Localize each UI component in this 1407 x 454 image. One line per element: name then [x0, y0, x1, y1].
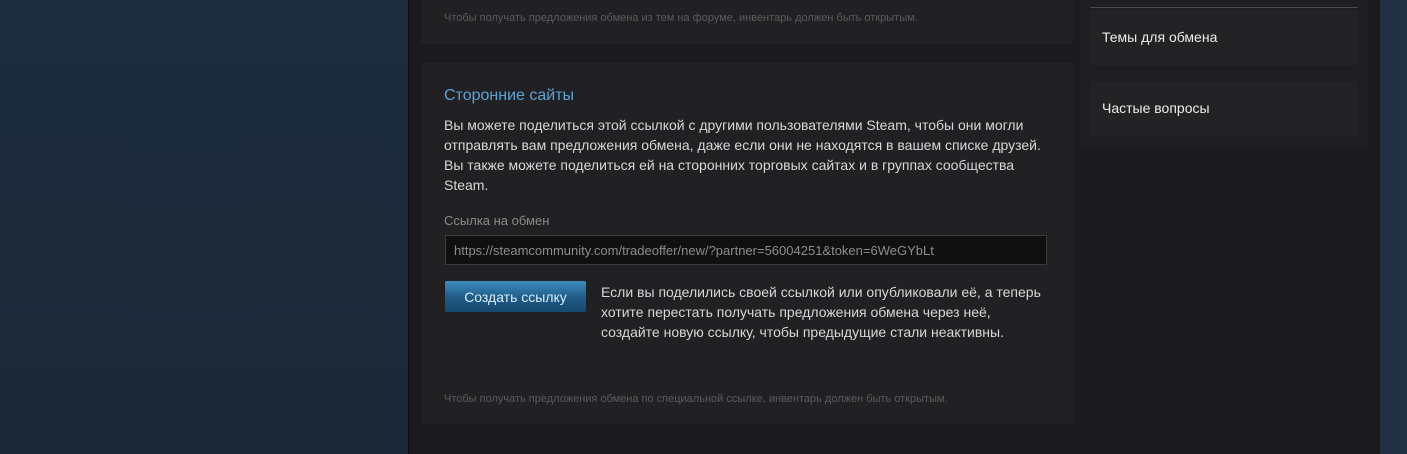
forum-inventory-note: Чтобы получать предложения обмена из тем… [444, 12, 918, 24]
section-description: Вы можете поделиться этой ссылкой с друг… [444, 117, 1041, 193]
trade-link-label: Ссылка на обмен [444, 213, 550, 228]
trade-link-input[interactable] [445, 235, 1047, 265]
sidebar-item-faq[interactable]: Частые вопросы [1090, 81, 1358, 136]
sidebar-item-label: Частые вопросы [1102, 100, 1210, 116]
sidebar-divider [1090, 7, 1358, 8]
sidebar-item-label: Темы для обмена [1102, 29, 1218, 45]
sidebar-item-trade-topics[interactable]: Темы для обмена [1090, 10, 1358, 65]
create-link-note: Если вы поделились своей ссылкой или опу… [601, 284, 1041, 340]
create-link-button[interactable]: Создать ссылку [445, 281, 586, 312]
section-title: Сторонние сайты [444, 87, 575, 104]
trade-link-inventory-note: Чтобы получать предложения обмена по спе… [444, 393, 948, 405]
right-edge-strip [1380, 0, 1407, 454]
